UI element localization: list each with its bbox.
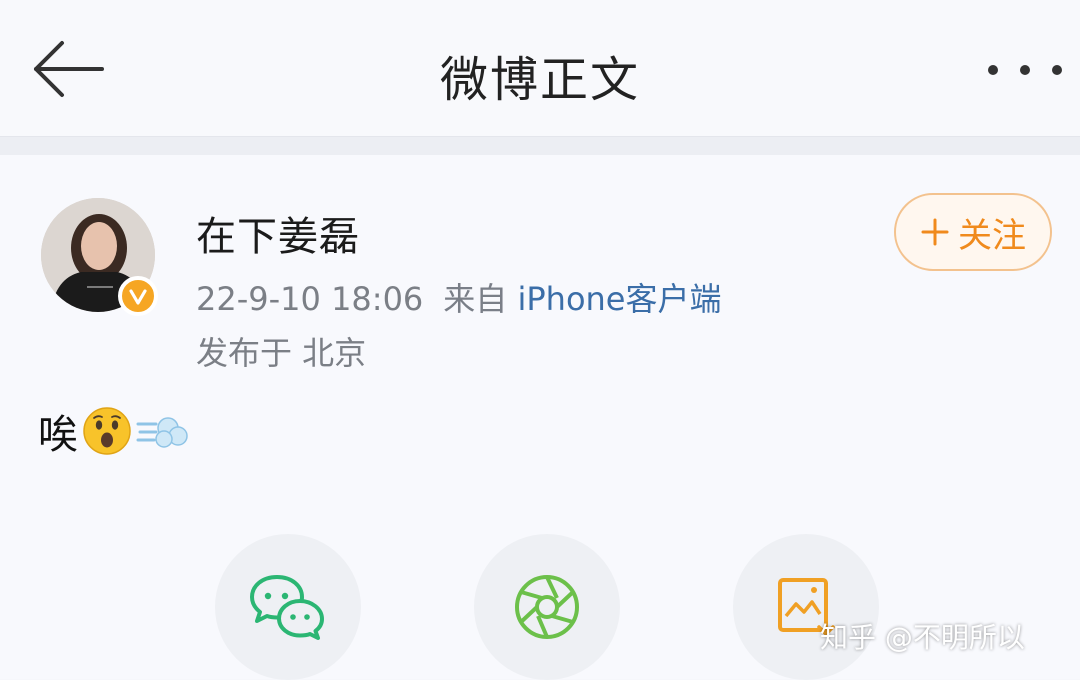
section-divider [0,137,1080,155]
astonished-face-emoji [83,407,131,455]
post-text: 唉 [38,412,78,458]
follow-button[interactable]: 关注 [894,193,1052,271]
source-prefix: 来自 [443,280,508,318]
share-moments-button[interactable] [474,534,620,680]
verified-badge-icon [118,276,158,316]
author-name[interactable]: 在下姜磊 [196,204,360,262]
top-bar: 微博正文 [0,0,1080,137]
post-content: 唉 [38,404,190,458]
post-meta: 22-9-10 18:06 来自 iPhone客户端 [196,274,722,320]
save-image-button[interactable] [733,534,879,680]
post-location: 发布于 北京 [196,334,367,372]
wechat-icon [250,575,324,640]
moments-icon [515,575,579,639]
share-wechat-button[interactable] [215,534,361,680]
more-button[interactable] [988,50,1062,90]
plus-icon [921,218,949,246]
more-dots-icon [988,65,1062,75]
source-client[interactable]: iPhone客户端 [517,280,721,318]
dash-emoji [136,417,188,448]
page-title: 微博正文 [439,52,640,108]
watermark: 知乎 @不明所以 [820,621,1025,654]
post-time: 22-9-10 18:06 [196,280,424,318]
follow-label: 关注 [958,215,1026,256]
